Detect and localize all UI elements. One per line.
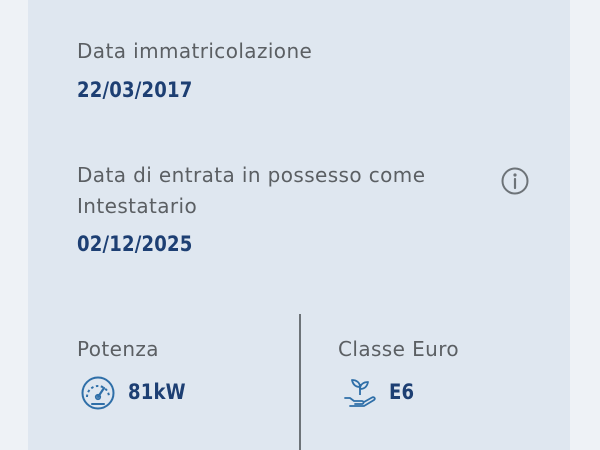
right-margin: [570, 0, 600, 450]
euro-class-label: Classe Euro: [338, 337, 460, 361]
ownership-date-label-line2: Intestatario: [77, 194, 198, 218]
ownership-date-label: Data di entrata in possesso come Intesta…: [77, 160, 425, 222]
ownership-date-label-line1: Data di entrata in possesso come: [77, 163, 426, 187]
registration-date-value: 22/03/2017: [77, 78, 193, 102]
speedometer-icon: [81, 376, 115, 410]
eco-plant-hand-icon: [344, 379, 376, 407]
ownership-date-value: 02/12/2025: [77, 232, 193, 256]
registration-date-label: Data immatricolazione: [77, 39, 313, 63]
power-value: 81kW: [128, 380, 186, 404]
left-margin: [0, 0, 28, 450]
info-icon[interactable]: [500, 166, 530, 196]
vehicle-details-page: Data immatricolazione 22/03/2017 Data di…: [0, 0, 600, 450]
column-divider: [299, 314, 301, 450]
power-label: Potenza: [77, 337, 159, 361]
euro-class-value: E6: [389, 380, 415, 404]
